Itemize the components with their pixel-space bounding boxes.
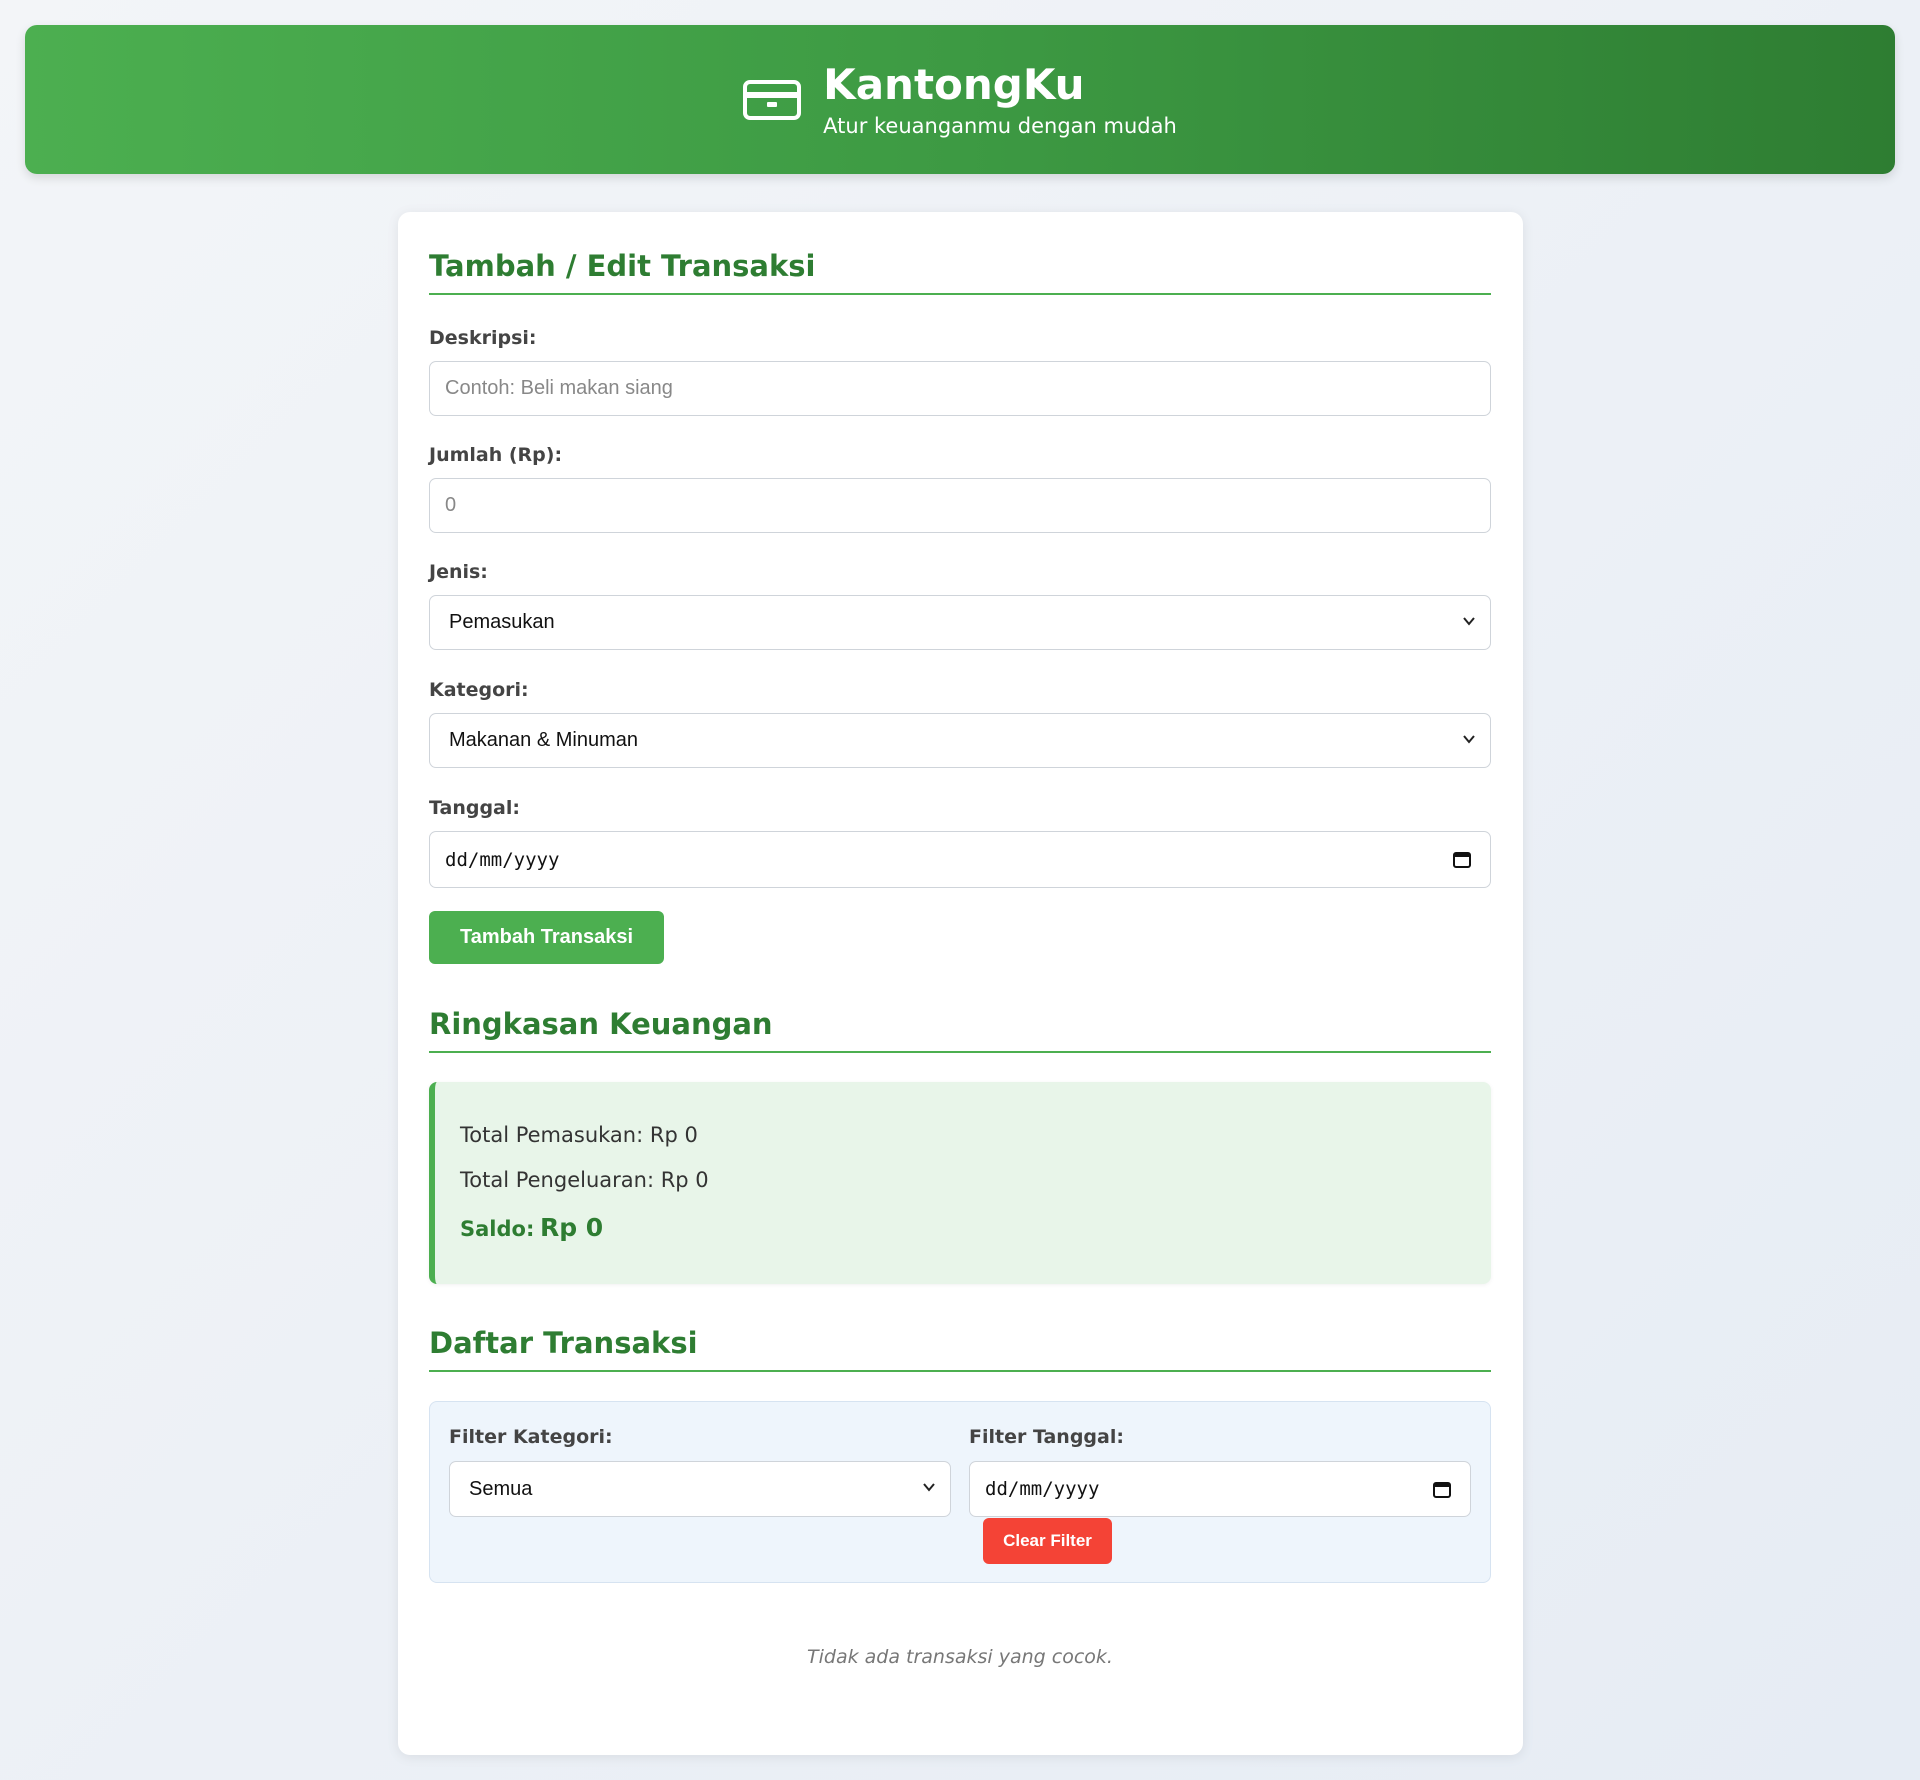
clear-filter-button[interactable]: Clear Filter (983, 1518, 1112, 1564)
calendar-icon[interactable] (1452, 849, 1472, 869)
brand-text: KantongKu Atur keuanganmu dengan mudah (823, 60, 1177, 140)
filter-panel: Filter Kategori: Semua Filter Tanggal: d… (429, 1401, 1491, 1583)
description-input[interactable]: Contoh: Beli makan siang (429, 361, 1491, 416)
filter-date-placeholder: dd/mm/yyyy (985, 1478, 1100, 1500)
transactions-title: Daftar Transaksi (429, 1326, 1491, 1372)
amount-label: Jumlah (Rp): (429, 444, 563, 466)
chevron-down-icon (923, 1483, 935, 1492)
main-card: Tambah / Edit Transaksi Deskripsi: Conto… (398, 212, 1523, 1755)
description-label: Deskripsi: (429, 327, 537, 349)
date-label: Tanggal: (429, 797, 520, 819)
app-subtitle: Atur keuanganmu dengan mudah (823, 113, 1177, 138)
balance: Saldo: Rp 0 (460, 1213, 603, 1242)
summary-title: Ringkasan Keuangan (429, 1007, 1491, 1053)
app-header: KantongKu Atur keuanganmu dengan mudah (25, 25, 1895, 174)
total-expense-text: Total Pengeluaran: Rp 0 (460, 1168, 709, 1192)
add-transaction-button[interactable]: Tambah Transaksi (429, 911, 664, 964)
category-selected-value: Makanan & Minuman (449, 729, 638, 751)
filter-date-label: Filter Tanggal: (969, 1426, 1124, 1448)
amount-input[interactable]: 0 (429, 478, 1491, 533)
app-title: KantongKu (823, 59, 1085, 109)
category-select[interactable]: Makanan & Minuman (429, 713, 1491, 768)
category-label: Kategori: (429, 679, 529, 701)
calendar-icon[interactable] (1432, 1479, 1452, 1499)
filter-category-select[interactable]: Semua (449, 1461, 951, 1517)
filter-date-input[interactable]: dd/mm/yyyy (969, 1461, 1471, 1517)
type-selected-value: Pemasukan (449, 611, 555, 633)
filter-category-selected-value: Semua (469, 1477, 533, 1500)
total-income-text: Total Pemasukan: Rp 0 (460, 1123, 698, 1147)
date-input[interactable]: dd/mm/yyyy (429, 831, 1491, 888)
amount-placeholder: 0 (445, 494, 457, 516)
chevron-down-icon (1463, 735, 1475, 744)
summary-box: Total Pemasukan: Rp 0 Total Pengeluaran:… (429, 1082, 1491, 1284)
type-label: Jenis: (429, 561, 488, 583)
brand: KantongKu Atur keuanganmu dengan mudah (743, 60, 1177, 140)
description-placeholder: Contoh: Beli makan siang (445, 377, 673, 399)
wallet-card-icon (743, 79, 802, 120)
balance-value: Rp 0 (539, 1213, 604, 1242)
date-placeholder: dd/mm/yyyy (445, 848, 560, 871)
chevron-down-icon (1463, 617, 1475, 626)
form-title: Tambah / Edit Transaksi (429, 249, 1491, 295)
type-select[interactable]: Pemasukan (429, 595, 1491, 650)
balance-label: Saldo: (460, 1217, 535, 1241)
filter-category-label: Filter Kategori: (449, 1426, 613, 1448)
empty-transactions-message: Tidak ada transaksi yang cocok. (807, 1646, 1113, 1668)
